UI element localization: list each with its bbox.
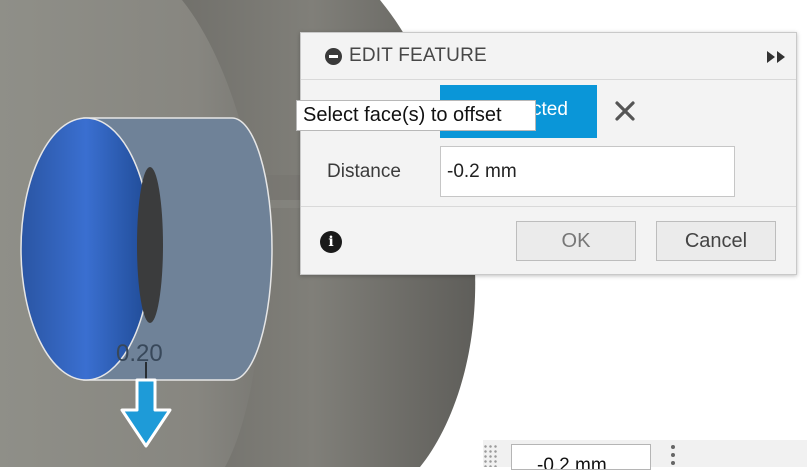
clear-selection-icon[interactable] bbox=[614, 100, 636, 122]
mini-toolbar: -0.2 mm bbox=[483, 440, 807, 470]
divider bbox=[301, 206, 796, 207]
dimension-label[interactable]: 0.20 bbox=[116, 340, 163, 368]
expand-icon[interactable] bbox=[766, 50, 788, 64]
panel-title: EDIT FEATURE bbox=[349, 45, 487, 66]
selection-tooltip: Select face(s) to offset bbox=[296, 100, 536, 131]
panel-header: EDIT FEATURE bbox=[301, 33, 796, 80]
ok-button[interactable]: OK bbox=[516, 221, 636, 261]
cancel-button[interactable]: Cancel bbox=[656, 221, 776, 261]
more-options-icon[interactable] bbox=[669, 445, 677, 467]
info-icon[interactable]: i bbox=[320, 231, 342, 253]
mini-distance-input[interactable]: -0.2 mm bbox=[511, 444, 651, 470]
collapse-icon[interactable] bbox=[325, 48, 342, 65]
edit-feature-panel: EDIT FEATURE cted Distance -0.2 mm i OK … bbox=[300, 32, 797, 275]
distance-input[interactable]: -0.2 mm bbox=[440, 146, 735, 197]
drag-grip-icon[interactable] bbox=[483, 444, 497, 467]
distance-label: Distance bbox=[327, 161, 401, 182]
